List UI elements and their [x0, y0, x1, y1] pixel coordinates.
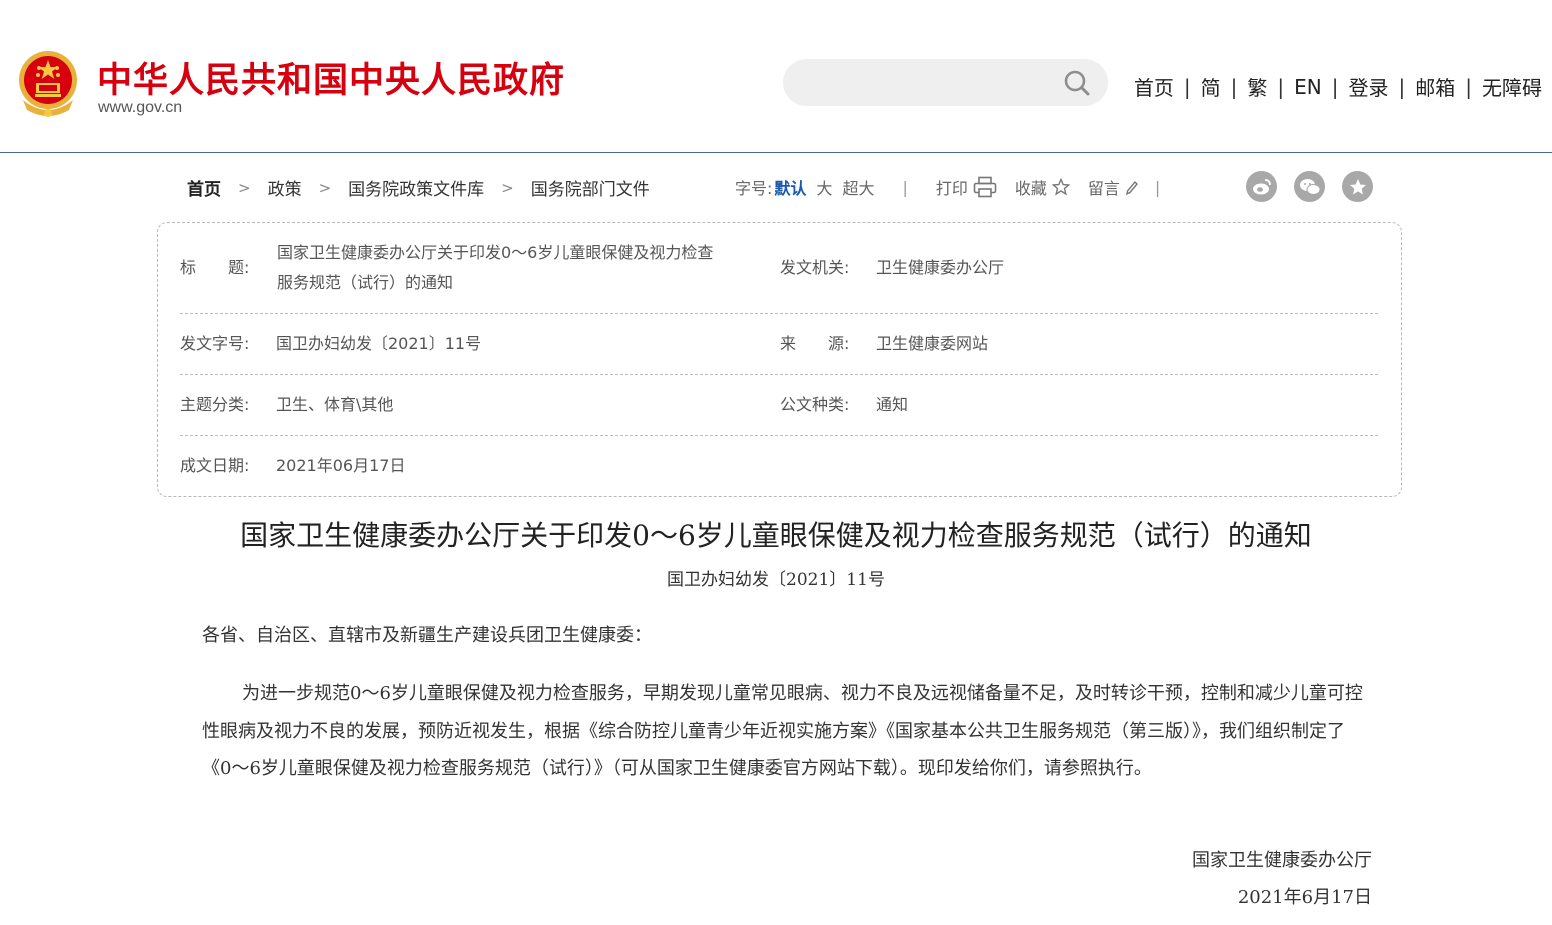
font-size-large[interactable]: 大: [816, 175, 832, 199]
nav-english[interactable]: EN: [1294, 75, 1322, 99]
font-size-label: 字号:: [735, 179, 773, 198]
article-title: 国家卫生健康委办公厅关于印发0～6岁儿童眼保健及视力检查服务规范（试行）的通知: [240, 519, 1312, 552]
info-row: 主题分类: 卫生、体育\其他 公文种类: 通知: [180, 375, 1378, 436]
nav-separator: |: [1398, 74, 1406, 99]
type-value: 通知: [876, 395, 909, 414]
article-signature: 国家卫生健康委办公厅: [1192, 850, 1372, 871]
font-size-default[interactable]: 默认: [774, 175, 806, 199]
article-doc-number: 国卫办妇幼发〔2021〕11号: [667, 570, 885, 590]
date-cell: 成文日期: 2021年06月17日: [180, 451, 405, 481]
source-cell: 来 源: 卫生健康委网站: [780, 329, 988, 359]
font-size-xlarge[interactable]: 超大: [842, 175, 874, 199]
issuer-value: 卫生健康委办公厅: [876, 258, 1005, 277]
title-value-line1: 国家卫生健康委办公厅关于印发0～6岁儿童眼保健及视力检查: [277, 243, 714, 262]
site-url: www.gov.cn: [98, 99, 183, 116]
search-box: [783, 59, 1108, 106]
site-header: 中华人民共和国中央人民政府 www.gov.cn 首页 | 简 | 繁 | EN…: [0, 0, 1552, 153]
issuer-label: 发文机关:: [780, 258, 850, 277]
favorite-label: 收藏: [1014, 179, 1047, 198]
article-paragraph: 为进一步规范0～6岁儿童眼保健及视力检查服务，早期发现儿童常见眼病、视力不良及远…: [202, 683, 1363, 779]
search-icon[interactable]: [1063, 69, 1091, 97]
docno-cell: 发文字号: 国卫办妇幼发〔2021〕11号: [180, 329, 481, 359]
source-value: 卫生健康委网站: [876, 334, 989, 353]
toolbar-divider: |: [1154, 177, 1161, 197]
favorite-share-button[interactable]: [1342, 171, 1373, 202]
nav-separator: |: [1183, 74, 1191, 99]
title-value-cell: 国家卫生健康委办公厅关于印发0～6岁儿童眼保健及视力检查 服务规范（试行）的通知: [277, 238, 713, 298]
star-icon: [1349, 178, 1366, 194]
print-button[interactable]: 打印: [936, 175, 997, 199]
site-title[interactable]: 中华人民共和国中央人民政府: [97, 52, 565, 103]
nav-traditional[interactable]: 繁: [1247, 72, 1267, 101]
type-label: 公文种类:: [780, 395, 850, 414]
nav-login[interactable]: 登录: [1349, 72, 1389, 101]
message-button[interactable]: 留言: [1088, 175, 1139, 199]
topic-label: 主题分类:: [180, 395, 250, 414]
nav-separator: |: [1465, 74, 1472, 99]
toolbar-divider: |: [902, 177, 908, 197]
article-toolbar: 字号: 默认 大 超大 | 打印 收藏 留言 |: [735, 175, 1160, 199]
print-label: 打印: [935, 179, 968, 198]
breadcrumb-separator: >: [318, 178, 332, 197]
breadcrumb-home[interactable]: 首页: [187, 175, 221, 200]
article-sign-date: 2021年6月17日: [1237, 887, 1372, 908]
wechat-share-button[interactable]: [1294, 171, 1325, 202]
nav-separator: |: [1230, 74, 1238, 99]
info-row: 成文日期: 2021年06月17日: [180, 436, 1378, 496]
breadcrumb-policy[interactable]: 政策: [268, 175, 302, 200]
pen-icon: [1126, 180, 1138, 195]
docno-value: 国卫办妇幼发〔2021〕11号: [276, 334, 482, 353]
national-emblem-icon[interactable]: [17, 50, 79, 118]
breadcrumb-separator: >: [238, 178, 251, 197]
wechat-icon: [1299, 178, 1320, 195]
nav-mail[interactable]: 邮箱: [1415, 72, 1455, 101]
title-label-cell: 标 题:: [180, 253, 276, 283]
info-row: 发文字号: 国卫办妇幼发〔2021〕11号 来 源: 卫生健康委网站: [180, 314, 1378, 375]
docno-label: 发文字号:: [180, 334, 250, 353]
info-row: 标 题: 国家卫生健康委办公厅关于印发0～6岁儿童眼保健及视力检查 服务规范（试…: [180, 223, 1378, 314]
topic-value: 卫生、体育\其他: [276, 395, 394, 414]
nav-separator: |: [1277, 74, 1285, 99]
message-label: 留言: [1087, 179, 1120, 198]
breadcrumb-policy-library[interactable]: 国务院政策文件库: [348, 175, 484, 200]
nav-separator: |: [1331, 74, 1339, 99]
weibo-icon: [1252, 178, 1271, 194]
breadcrumb: 首页 > 政策 > 国务院政策文件库 > 国务院部门文件: [187, 175, 650, 201]
nav-simplified[interactable]: 简: [1201, 72, 1221, 101]
document-info-panel: 标 题: 国家卫生健康委办公厅关于印发0～6岁儿童眼保健及视力检查 服务规范（试…: [157, 222, 1402, 497]
favorite-button[interactable]: 收藏: [1015, 175, 1070, 199]
article-salutation: 各省、自治区、直辖市及新疆生产建设兵团卫生健康委：: [202, 625, 652, 646]
printer-icon: [973, 176, 997, 198]
nav-home[interactable]: 首页: [1134, 72, 1174, 101]
date-label: 成文日期:: [180, 456, 250, 475]
breadcrumb-dept-docs[interactable]: 国务院部门文件: [531, 175, 650, 200]
nav-accessibility[interactable]: 无障碍: [1482, 72, 1542, 101]
breadcrumb-separator: >: [501, 178, 514, 197]
search-input[interactable]: [803, 69, 1053, 97]
title-value-line2: 服务规范（试行）的通知: [277, 273, 454, 292]
date-value: 2021年06月17日: [276, 456, 406, 475]
issuer-cell: 发文机关: 卫生健康委办公厅: [780, 253, 1004, 283]
top-nav: 首页 | 简 | 繁 | EN | 登录 | 邮箱 | 无障碍: [1134, 72, 1542, 101]
topic-cell: 主题分类: 卫生、体育\其他: [180, 390, 393, 420]
title-label: 标 题:: [180, 258, 250, 277]
weibo-share-button[interactable]: [1246, 171, 1277, 202]
star-outline-icon: [1051, 178, 1070, 196]
type-cell: 公文种类: 通知: [780, 390, 908, 420]
source-label: 来 源:: [780, 334, 850, 353]
